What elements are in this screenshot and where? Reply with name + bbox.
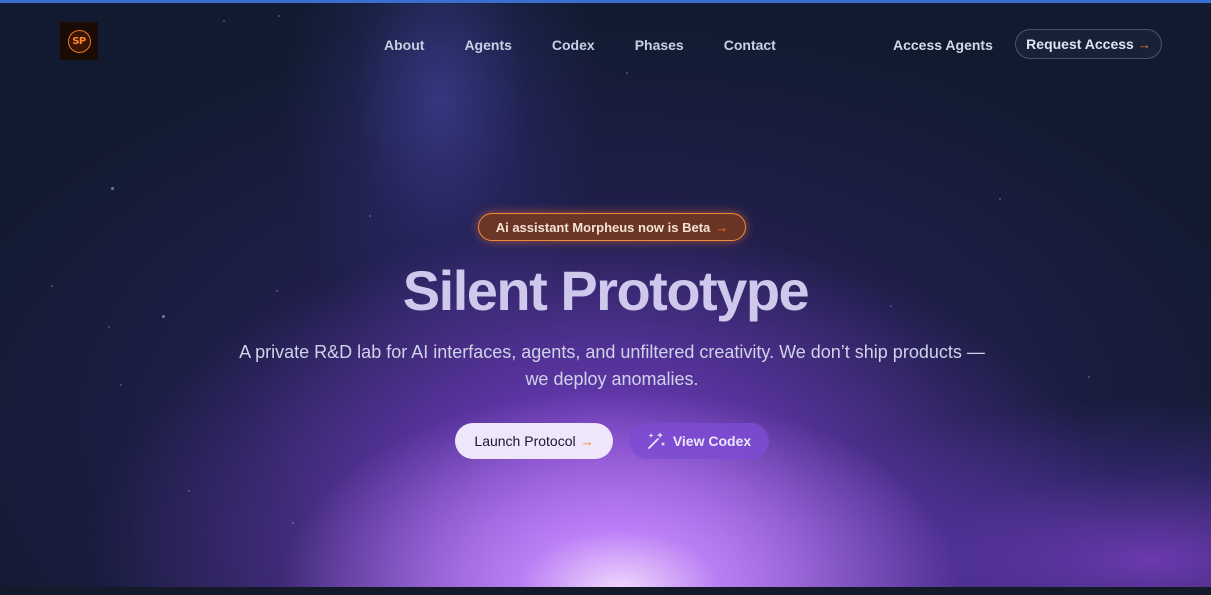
main-nav: About Agents Codex Phases Contact bbox=[384, 37, 816, 53]
logo[interactable]: SP bbox=[60, 22, 98, 60]
nav-phases[interactable]: Phases bbox=[635, 37, 684, 53]
top-accent-line bbox=[0, 0, 1211, 3]
access-agents-link[interactable]: Access Agents bbox=[893, 37, 993, 53]
nav-contact[interactable]: Contact bbox=[724, 37, 776, 53]
badge-text: Ai assistant Morpheus now is Beta bbox=[495, 219, 711, 235]
star bbox=[111, 187, 114, 190]
star bbox=[223, 20, 225, 22]
nav-about[interactable]: About bbox=[384, 37, 424, 53]
view-codex-button[interactable]: View Codex bbox=[629, 423, 769, 459]
star bbox=[188, 490, 190, 492]
star bbox=[120, 384, 122, 386]
star bbox=[108, 326, 110, 328]
star bbox=[626, 72, 628, 74]
arrow-right-icon: → bbox=[715, 219, 729, 235]
star bbox=[1088, 376, 1090, 378]
nav-agents[interactable]: Agents bbox=[464, 37, 511, 53]
request-access-label: Request Access bbox=[1026, 36, 1134, 52]
request-access-button[interactable]: Request Access → bbox=[1015, 29, 1162, 59]
magic-wand-icon bbox=[647, 432, 665, 450]
star bbox=[999, 198, 1001, 200]
star bbox=[278, 15, 280, 17]
logo-mark: SP bbox=[67, 29, 91, 53]
nav-codex[interactable]: Codex bbox=[552, 37, 595, 53]
view-codex-label: View Codex bbox=[672, 433, 752, 449]
star bbox=[292, 522, 294, 524]
arrow-right-icon: → bbox=[1137, 36, 1151, 52]
landing-page: SP About Agents Codex Phases Contact Acc… bbox=[0, 0, 1211, 595]
launch-protocol-button[interactable]: Launch Protocol → bbox=[455, 423, 613, 459]
arrow-right-icon: → bbox=[580, 433, 594, 449]
hero-subtitle: A private R&D lab for AI interfaces, age… bbox=[239, 342, 985, 389]
bottom-edge bbox=[0, 587, 1211, 595]
announcement-badge[interactable]: Ai assistant Morpheus now is Beta → bbox=[478, 213, 746, 241]
launch-protocol-label: Launch Protocol bbox=[474, 433, 576, 449]
hero-title: Silent Prototype bbox=[402, 259, 810, 322]
star bbox=[369, 215, 371, 217]
